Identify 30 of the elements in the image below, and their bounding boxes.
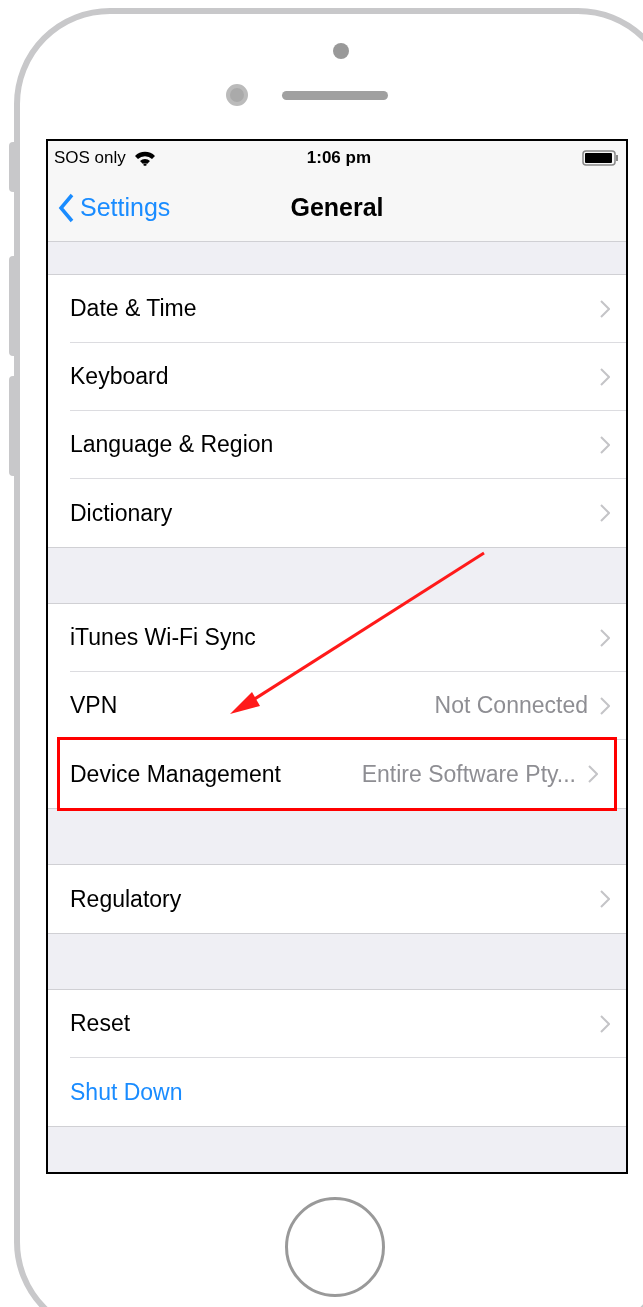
lens-icon [226, 84, 248, 106]
wifi-icon [133, 149, 156, 166]
nav-title: General [290, 191, 384, 223]
row-label: Device Management [70, 759, 281, 789]
row-label: iTunes Wi-Fi Sync [70, 623, 256, 653]
chevron-icon [600, 628, 610, 647]
chevron-icon [600, 1014, 610, 1033]
row-label: VPN [70, 691, 118, 721]
row-label: Reset [70, 1009, 131, 1039]
row-label: Keyboard [70, 362, 169, 392]
row-label: Date & Time [70, 294, 197, 324]
row-detail: Entire Software Pty... [361, 759, 576, 789]
back-chevron-icon [58, 192, 74, 223]
chevron-icon [600, 367, 610, 386]
carrier-text: SOS only [54, 146, 126, 169]
chevron-icon [600, 696, 610, 715]
chevron-icon [600, 299, 610, 318]
row-label: Regulatory [70, 884, 182, 914]
row-label: Dictionary [70, 498, 173, 528]
chevron-icon [588, 765, 598, 783]
clock-text: 1:06 pm [306, 146, 372, 169]
front-camera-icon [333, 43, 349, 59]
chevron-icon [600, 504, 610, 522]
chevron-icon [600, 890, 610, 908]
row-label: Language & Region [70, 430, 274, 460]
row-detail: Not Connected [434, 691, 588, 721]
home-button[interactable] [285, 1197, 385, 1297]
battery-icon [582, 149, 620, 166]
row-label: Shut Down [70, 1077, 183, 1107]
chevron-icon [600, 435, 610, 454]
